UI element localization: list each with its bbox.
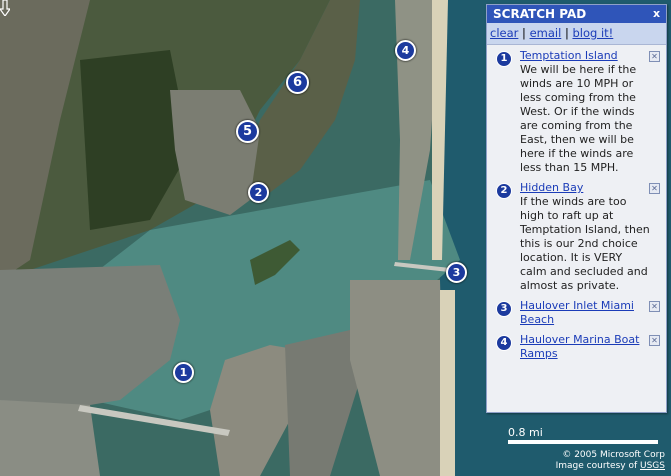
pin-3[interactable]: 3 (446, 262, 467, 283)
scale-label: 0.8 mi (508, 426, 543, 439)
close-box-icon[interactable]: ✕ (649, 183, 660, 194)
usgs-link[interactable]: USGS (640, 461, 665, 471)
copyright-line1: © 2005 Microsoft Corp (562, 450, 665, 460)
separator: | (522, 26, 526, 40)
entry-number-badge: 3 (496, 301, 512, 317)
pin-1[interactable]: 1 (173, 362, 194, 383)
scratch-pad-entry: 3 Haulover Inlet Miami Beach ✕ (487, 295, 666, 329)
scale-bar (508, 440, 658, 444)
entry-description: We will be here if the winds are 10 MPH … (520, 63, 637, 174)
entry-title-link[interactable]: Temptation Island (520, 49, 650, 63)
scratch-pad-actions: clear | email | blog it! (487, 23, 666, 45)
scratch-pad-panel: SCRATCH PAD x clear | email | blog it! 1… (486, 4, 667, 413)
copyright-prefix: Image courtesy of (555, 461, 640, 471)
clear-link[interactable]: clear (490, 26, 518, 40)
down-arrow-icon (0, 0, 10, 16)
entry-number-badge: 2 (496, 183, 512, 199)
scratch-pad-entry: 1 Temptation Island We will be here if t… (487, 45, 666, 177)
close-box-icon[interactable]: ✕ (649, 51, 660, 62)
close-box-icon[interactable]: ✕ (649, 301, 660, 312)
scratch-pad-header: SCRATCH PAD x (487, 5, 666, 23)
entry-number-badge: 1 (496, 51, 512, 67)
entry-title-link[interactable]: Hidden Bay (520, 181, 650, 195)
scratch-pad-entry: 4 Haulover Marina Boat Ramps ✕ (487, 329, 666, 363)
copyright-line2: Image courtesy of USGS (556, 461, 665, 472)
close-box-icon[interactable]: ✕ (649, 335, 660, 346)
pin-4[interactable]: 4 (395, 40, 416, 61)
entry-description: If the winds are too high to raft up at … (520, 195, 650, 292)
pin-6[interactable]: 6 (286, 71, 309, 94)
entry-title-link[interactable]: Haulover Marina Boat Ramps (520, 333, 650, 361)
separator: | (564, 26, 569, 40)
entry-title-link[interactable]: Haulover Inlet Miami Beach (520, 299, 650, 327)
scratch-pad-title: SCRATCH PAD (493, 7, 587, 21)
blog-it-link[interactable]: blog it! (572, 26, 613, 40)
pin-2[interactable]: 2 (248, 182, 269, 203)
copyright: © 2005 Microsoft Corp Image courtesy of … (556, 450, 665, 472)
close-button[interactable]: x (650, 7, 663, 20)
email-link[interactable]: email (530, 26, 562, 40)
pin-5[interactable]: 5 (236, 120, 259, 143)
entry-number-badge: 4 (496, 335, 512, 351)
scratch-pad-entry: 2 Hidden Bay If the winds are too high t… (487, 177, 666, 295)
